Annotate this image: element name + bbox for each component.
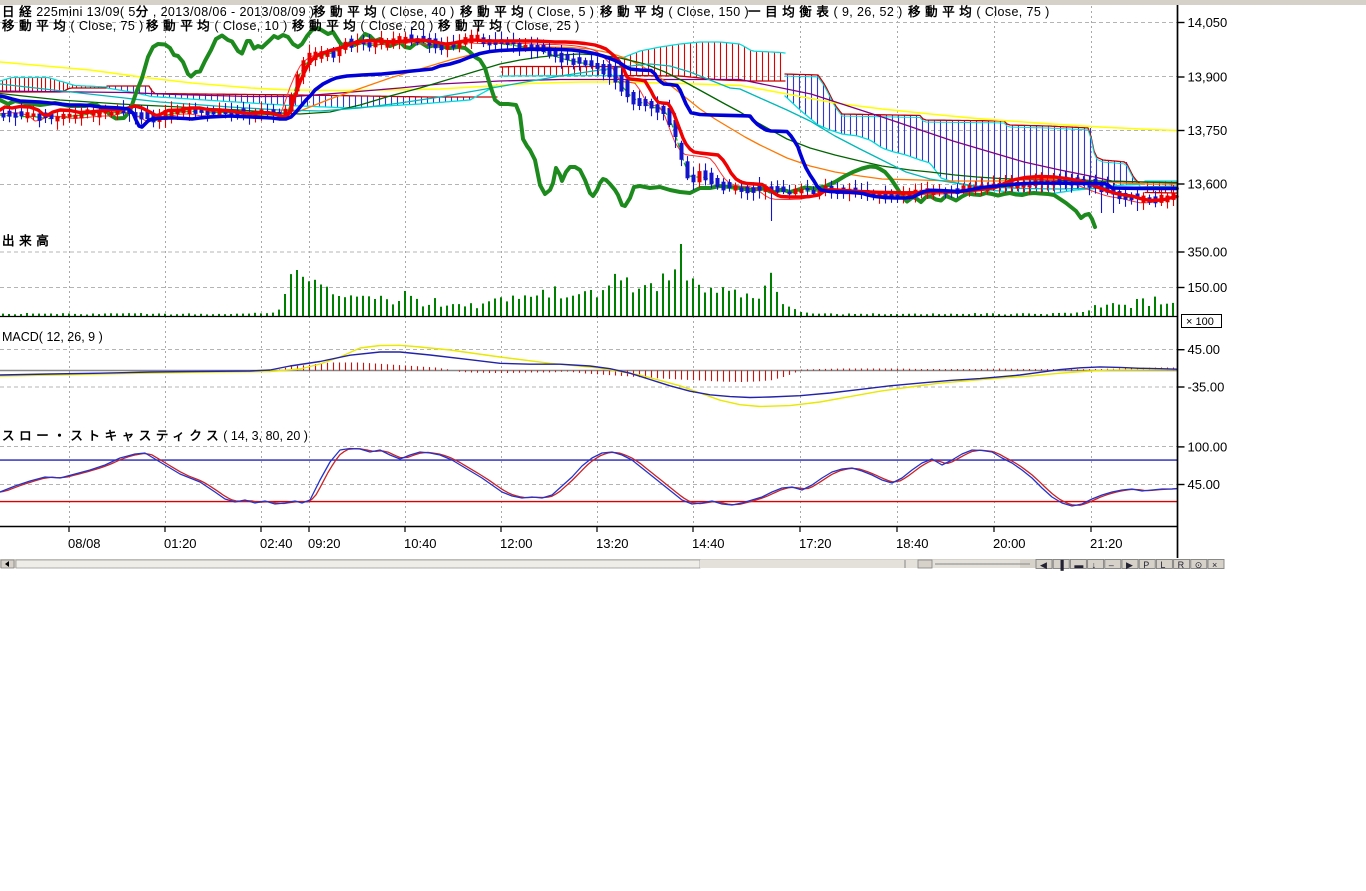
svg-text:13,750: 13,750 (1188, 123, 1228, 138)
svg-text:18:40: 18:40 (896, 536, 929, 551)
svg-text:⊙: ⊙ (1195, 560, 1203, 570)
svg-text:13,600: 13,600 (1188, 177, 1228, 192)
svg-text:× 100: × 100 (1186, 316, 1214, 328)
svg-text:20:00: 20:00 (993, 536, 1026, 551)
svg-text:一目均衡表( 9, 26, 52 ): 一目均衡表( 9, 26, 52 ) (748, 4, 903, 19)
svg-text:-35.00: -35.00 (1188, 380, 1225, 395)
svg-text:移動平均( Close, 75 ): 移動平均( Close, 75 ) (2, 18, 144, 33)
svg-text:移動平均( Close, 5 ): 移動平均( Close, 5 ) (460, 4, 594, 19)
svg-text:▬: ▬ (1074, 560, 1083, 570)
svg-text:09:20: 09:20 (308, 536, 341, 551)
svg-text:150.00: 150.00 (1188, 280, 1228, 295)
svg-text:08/08: 08/08 (68, 536, 101, 551)
svg-text:P: P (1143, 560, 1149, 570)
svg-text:移動平均( Close, 25 ): 移動平均( Close, 25 ) (438, 18, 580, 33)
svg-text:R: R (1178, 560, 1185, 570)
svg-text:↓: ↓ (1092, 560, 1097, 570)
svg-text:L: L (1160, 560, 1165, 570)
svg-text:10:40: 10:40 (404, 536, 437, 551)
svg-text:45.00: 45.00 (1188, 477, 1221, 492)
svg-text:100.00: 100.00 (1188, 439, 1228, 454)
svg-text:移動平均( Close, 20 ): 移動平均( Close, 20 ) (292, 18, 434, 33)
svg-text:出来高: 出来高 (2, 233, 53, 248)
svg-text:12:00: 12:00 (500, 536, 533, 551)
svg-text:移動平均( Close, 40 ): 移動平均( Close, 40 ) (313, 4, 455, 19)
svg-text:–: – (1109, 560, 1114, 570)
svg-text:MACD( 12, 26, 9 ): MACD( 12, 26, 9 ) (2, 330, 103, 344)
svg-text:350.00: 350.00 (1188, 245, 1228, 260)
svg-text:スロー・ストキャスティクス( 14, 3, 80, 20 ): スロー・ストキャスティクス( 14, 3, 80, 20 ) (2, 429, 308, 443)
svg-text:45.00: 45.00 (1188, 342, 1221, 357)
svg-text:移動平均( Close, 150 ): 移動平均( Close, 150 ) (600, 4, 749, 19)
svg-text:▐: ▐ (1057, 559, 1064, 571)
svg-text:13:20: 13:20 (596, 536, 629, 551)
svg-text:13,900: 13,900 (1188, 70, 1228, 85)
svg-text:14:40: 14:40 (692, 536, 725, 551)
svg-text:14,050: 14,050 (1188, 15, 1228, 30)
svg-text:◀: ◀ (1040, 560, 1047, 570)
svg-text:▶: ▶ (1126, 560, 1133, 570)
svg-text:移動平均( Close, 75 ): 移動平均( Close, 75 ) (908, 4, 1050, 19)
svg-text:日経225mini 13/09( 5分, 2013/08/0: 日経225mini 13/09( 5分, 2013/08/06 - 2013/0… (2, 4, 314, 19)
svg-text:×: × (1212, 560, 1217, 570)
svg-text:01:20: 01:20 (164, 536, 197, 551)
svg-text:02:40: 02:40 (260, 536, 293, 551)
svg-text:21:20: 21:20 (1090, 536, 1123, 551)
svg-text:移動平均( Close, 10 ): 移動平均( Close, 10 ) (146, 18, 288, 33)
svg-text:17:20: 17:20 (799, 536, 832, 551)
